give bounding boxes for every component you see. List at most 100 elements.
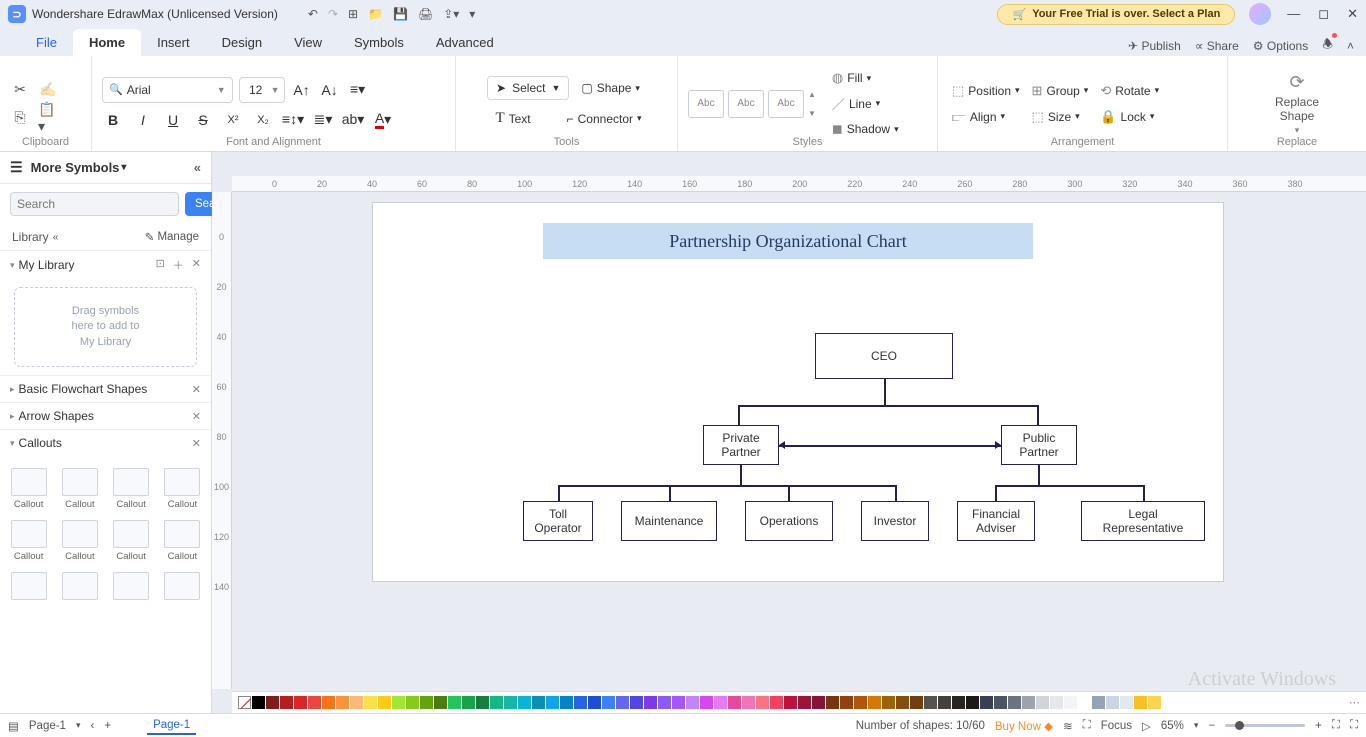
redo-icon[interactable]: ↷ <box>328 7 338 21</box>
color-swatch[interactable] <box>728 696 741 709</box>
color-swatch[interactable] <box>1064 696 1077 709</box>
zoom-out-icon[interactable]: − <box>1208 720 1215 732</box>
color-swatch[interactable] <box>952 696 965 709</box>
tab-view[interactable]: View <box>278 29 338 56</box>
color-swatch[interactable] <box>882 696 895 709</box>
shape-item[interactable]: Callout <box>158 464 207 514</box>
subscript-icon[interactable]: X₂ <box>252 109 274 131</box>
section-callouts[interactable]: ▾ Callouts ✕ <box>0 429 211 456</box>
shape-item[interactable]: Callout <box>55 464 104 514</box>
search-input[interactable] <box>10 192 179 216</box>
position-button[interactable]: ⬚Position▾ <box>948 81 1024 101</box>
org-box-ops[interactable]: Operations <box>745 501 833 541</box>
qat-more-icon[interactable]: ▾ <box>469 7 475 21</box>
remove-icon[interactable]: ✕ <box>192 410 201 423</box>
strikethrough-icon[interactable]: S <box>192 109 214 131</box>
minimize-icon[interactable]: — <box>1287 6 1300 22</box>
focus-button[interactable]: Focus <box>1101 720 1132 732</box>
paste-icon[interactable]: 📋▾ <box>38 108 58 128</box>
color-swatch[interactable] <box>714 696 727 709</box>
color-swatch[interactable] <box>896 696 909 709</box>
options-button[interactable]: ⚙ Options <box>1253 39 1308 53</box>
menu-icon[interactable]: ☰ <box>10 159 23 176</box>
color-swatch[interactable] <box>616 696 629 709</box>
close-icon[interactable]: ✕ <box>1347 6 1358 22</box>
manage-button[interactable]: ✎Manage <box>145 230 199 244</box>
underline-icon[interactable]: U <box>162 109 184 131</box>
style-swatch[interactable]: Abc <box>688 90 724 118</box>
fit-icon[interactable]: ⛶ <box>1083 719 1091 732</box>
section-my-library[interactable]: ▾ My Library ⊡＋✕ <box>0 250 211 279</box>
color-swatch[interactable] <box>658 696 671 709</box>
section-basic-flowchart[interactable]: ▸ Basic Flowchart Shapes ✕ <box>0 375 211 402</box>
trial-banner[interactable]: 🛒 Your Free Trial is over. Select a Plan <box>997 4 1235 25</box>
color-swatch[interactable] <box>686 696 699 709</box>
color-swatch[interactable] <box>1036 696 1049 709</box>
color-swatch[interactable] <box>364 696 377 709</box>
color-swatch[interactable] <box>294 696 307 709</box>
tab-home[interactable]: Home <box>73 29 141 56</box>
superscript-icon[interactable]: X² <box>222 109 244 131</box>
color-swatch[interactable] <box>966 696 979 709</box>
color-swatch[interactable] <box>630 696 643 709</box>
color-swatch[interactable] <box>560 696 573 709</box>
color-swatch[interactable] <box>798 696 811 709</box>
collapse-ribbon-icon[interactable]: ˄ <box>1347 39 1354 53</box>
color-swatch[interactable] <box>336 696 349 709</box>
color-swatch[interactable] <box>994 696 1007 709</box>
font-family-select[interactable]: 🔍 Arial ▼ <box>102 77 233 103</box>
save-icon[interactable]: 💾 <box>393 7 408 21</box>
share-button[interactable]: ∝ Share <box>1195 39 1239 53</box>
color-swatch[interactable] <box>784 696 797 709</box>
chart-title[interactable]: Partnership Organizational Chart <box>543 223 1033 259</box>
replace-shape-button[interactable]: ⟳ Replace Shape ▾ <box>1267 68 1327 140</box>
tab-symbols[interactable]: Symbols <box>338 29 420 56</box>
color-swatch[interactable] <box>602 696 615 709</box>
org-box-fin[interactable]: Financial Adviser <box>957 501 1035 541</box>
zoom-value[interactable]: 65% <box>1161 720 1184 732</box>
color-swatch[interactable] <box>1092 696 1105 709</box>
color-swatch[interactable] <box>476 696 489 709</box>
layers-icon[interactable]: ≋ <box>1063 719 1073 733</box>
org-box-toll[interactable]: Toll Operator <box>523 501 593 541</box>
color-swatch[interactable] <box>644 696 657 709</box>
shape-item[interactable] <box>107 568 156 604</box>
org-box-ceo[interactable]: CEO <box>815 333 953 379</box>
color-swatch[interactable] <box>910 696 923 709</box>
drawing-page[interactable]: Partnership Organizational Chart CEO Pri… <box>372 202 1224 582</box>
color-swatch[interactable] <box>1120 696 1133 709</box>
lock-button[interactable]: 🔒Lock▾ <box>1096 107 1163 127</box>
avatar[interactable] <box>1249 3 1271 25</box>
line-spacing-icon[interactable]: ≡↕▾ <box>282 109 304 131</box>
color-swatch[interactable] <box>350 696 363 709</box>
color-swatch[interactable] <box>420 696 433 709</box>
color-swatch[interactable] <box>574 696 587 709</box>
gallery-up-icon[interactable]: ▲ <box>808 90 816 99</box>
page-list-icon[interactable]: ▤ <box>8 719 19 733</box>
collapse-panel-icon[interactable]: « <box>194 160 201 175</box>
color-swatch[interactable] <box>1106 696 1119 709</box>
new-icon[interactable]: ⊞ <box>348 7 358 21</box>
print-icon[interactable]: 🖨 <box>418 7 433 21</box>
style-swatch[interactable]: Abc <box>728 90 764 118</box>
color-swatch[interactable] <box>1078 696 1091 709</box>
buy-now-button[interactable]: Buy Now ◆ <box>995 719 1053 733</box>
color-swatch[interactable] <box>378 696 391 709</box>
color-swatch[interactable] <box>826 696 839 709</box>
shape-item[interactable] <box>4 568 53 604</box>
increase-font-icon[interactable]: A↑ <box>291 79 313 101</box>
color-swatch[interactable] <box>672 696 685 709</box>
color-swatch[interactable] <box>924 696 937 709</box>
gallery-down-icon[interactable]: ▼ <box>808 109 816 118</box>
remove-icon[interactable]: ✕ <box>192 257 201 273</box>
no-color-swatch[interactable] <box>238 696 251 709</box>
color-swatch[interactable] <box>448 696 461 709</box>
zoom-slider[interactable] <box>1225 724 1305 727</box>
org-box-legal[interactable]: Legal Representative <box>1081 501 1205 541</box>
group-button[interactable]: ⊞Group▾ <box>1028 81 1093 101</box>
color-swatch[interactable] <box>756 696 769 709</box>
color-swatch[interactable] <box>308 696 321 709</box>
tab-insert[interactable]: Insert <box>141 29 206 56</box>
library-dropzone[interactable]: Drag symbols here to add to My Library <box>14 287 197 367</box>
color-swatch[interactable] <box>854 696 867 709</box>
